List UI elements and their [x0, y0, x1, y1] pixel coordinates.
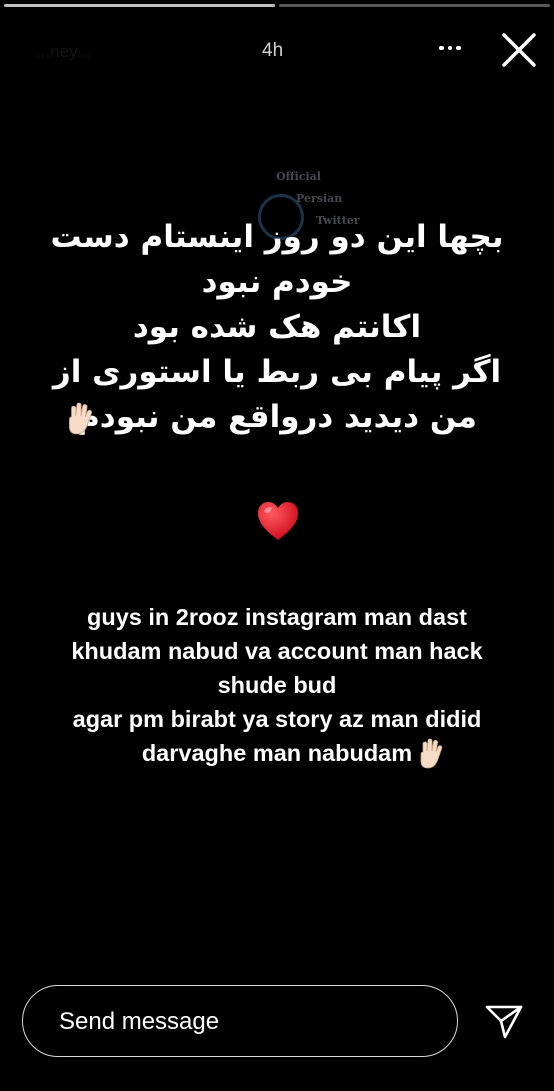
more-options-icon[interactable] [432, 30, 468, 66]
heart-icon [258, 502, 298, 540]
watermark-line-1: Official [276, 170, 321, 183]
raised-hand-icon-english [420, 738, 443, 769]
story-time: 4h [262, 40, 284, 61]
progress-segment-2 [279, 4, 550, 7]
story-header: ...ney... 4h [0, 26, 554, 74]
persian-story-text: بچها این دو روز اینستام دست خودم نبود اک… [50, 219, 504, 435]
raised-hand-icon [69, 402, 93, 435]
send-message-input[interactable]: Send message [22, 985, 458, 1057]
watermark-line-2: Persian [296, 192, 343, 205]
english-story-text: guys in 2rooz instagram man dast khudam … [71, 604, 483, 766]
send-icon[interactable] [484, 1003, 524, 1041]
progress-segment-1 [4, 4, 275, 7]
close-icon[interactable] [499, 30, 539, 70]
send-message-placeholder: Send message [59, 1008, 220, 1035]
story-progress-bar [0, 4, 554, 7]
story-username[interactable]: ...ney... [36, 42, 91, 62]
